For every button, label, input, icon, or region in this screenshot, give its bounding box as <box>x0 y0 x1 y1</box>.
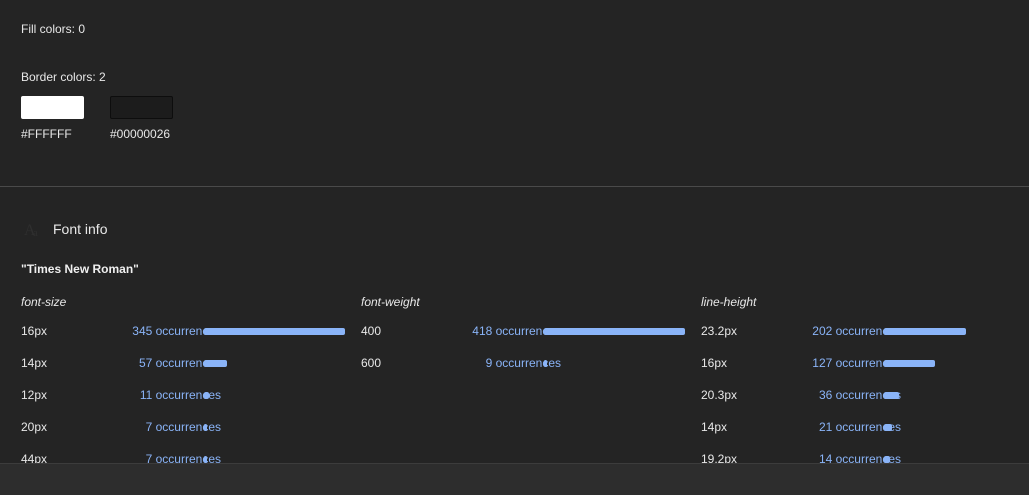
occurrence-bar <box>204 424 207 431</box>
occurrence-count: 7 occurrences <box>145 420 221 434</box>
section-divider <box>0 186 1029 187</box>
stat-row: 14px 57 occurrences <box>21 356 351 372</box>
column-title: line-height <box>701 295 757 309</box>
color-swatch-label: #FFFFFF <box>21 127 72 141</box>
column-title: font-size <box>21 295 67 309</box>
fill-colors-label: Fill colors: 0 <box>21 22 86 36</box>
occurrence-bar <box>204 328 345 335</box>
stat-value: 400 <box>361 324 382 338</box>
color-swatch-translucent[interactable] <box>110 96 173 119</box>
stat-value: 20.3px <box>701 388 738 402</box>
occurrence-bar <box>544 360 547 367</box>
font-info-header: Aa Font info <box>21 216 107 242</box>
stat-value: 12px <box>21 388 48 402</box>
occurrence-bar <box>884 424 892 431</box>
border-colors-label: Border colors: 2 <box>21 70 106 84</box>
occurrence-bar <box>884 328 966 335</box>
stat-value: 23.2px <box>701 324 738 338</box>
font-info-title: Font info <box>53 221 108 237</box>
occurrence-bar <box>884 360 935 367</box>
occurrence-bar <box>544 328 685 335</box>
font-size-column: font-size 16px 345 occurrences 14px 57 occu… <box>21 295 351 466</box>
stat-value: 14px <box>701 420 728 434</box>
occurrence-bar <box>204 360 227 367</box>
stat-row: 600 9 occurrences <box>361 356 691 372</box>
stat-row: 400 418 occurrences <box>361 324 691 340</box>
occurrence-count: 9 occurrences <box>485 356 561 370</box>
stat-value: 14px <box>21 356 48 370</box>
stat-row: 14px 21 occurrences <box>701 420 1029 436</box>
occurrence-bar <box>204 392 209 399</box>
color-section: Fill colors: 0 Border colors: 2 #FFFFFF … <box>0 0 1029 186</box>
stat-value: 20px <box>21 420 48 434</box>
stat-row: 23.2px 202 occurrences <box>701 324 1029 340</box>
occurrence-bar <box>204 456 207 463</box>
column-title: font-weight <box>361 295 420 309</box>
font-family-name: "Times New Roman" <box>21 262 139 276</box>
bottom-panel-bar <box>0 463 1029 495</box>
color-swatch-white[interactable] <box>21 96 84 119</box>
stat-value: 16px <box>21 324 48 338</box>
stat-row: 16px 345 occurrences <box>21 324 351 340</box>
stat-value: 600 <box>361 356 382 370</box>
svg-text:a: a <box>33 227 38 239</box>
occurrence-bar <box>884 456 890 463</box>
color-swatch-label: #00000026 <box>110 127 171 141</box>
occurrence-bar <box>884 392 899 399</box>
stat-row: 12px 11 occurrences <box>21 388 351 404</box>
stat-row: 20px 7 occurrences <box>21 420 351 436</box>
line-height-column: line-height 23.2px 202 occurrences 16px 127… <box>701 295 1029 466</box>
stat-row: 16px 127 occurrences <box>701 356 1029 372</box>
font-icon: Aa <box>21 217 45 241</box>
stat-value: 16px <box>701 356 728 370</box>
font-weight-column: font-weight 400 418 occurrences 600 9 occur… <box>361 295 691 370</box>
stat-row: 20.3px 36 occurrences <box>701 388 1029 404</box>
